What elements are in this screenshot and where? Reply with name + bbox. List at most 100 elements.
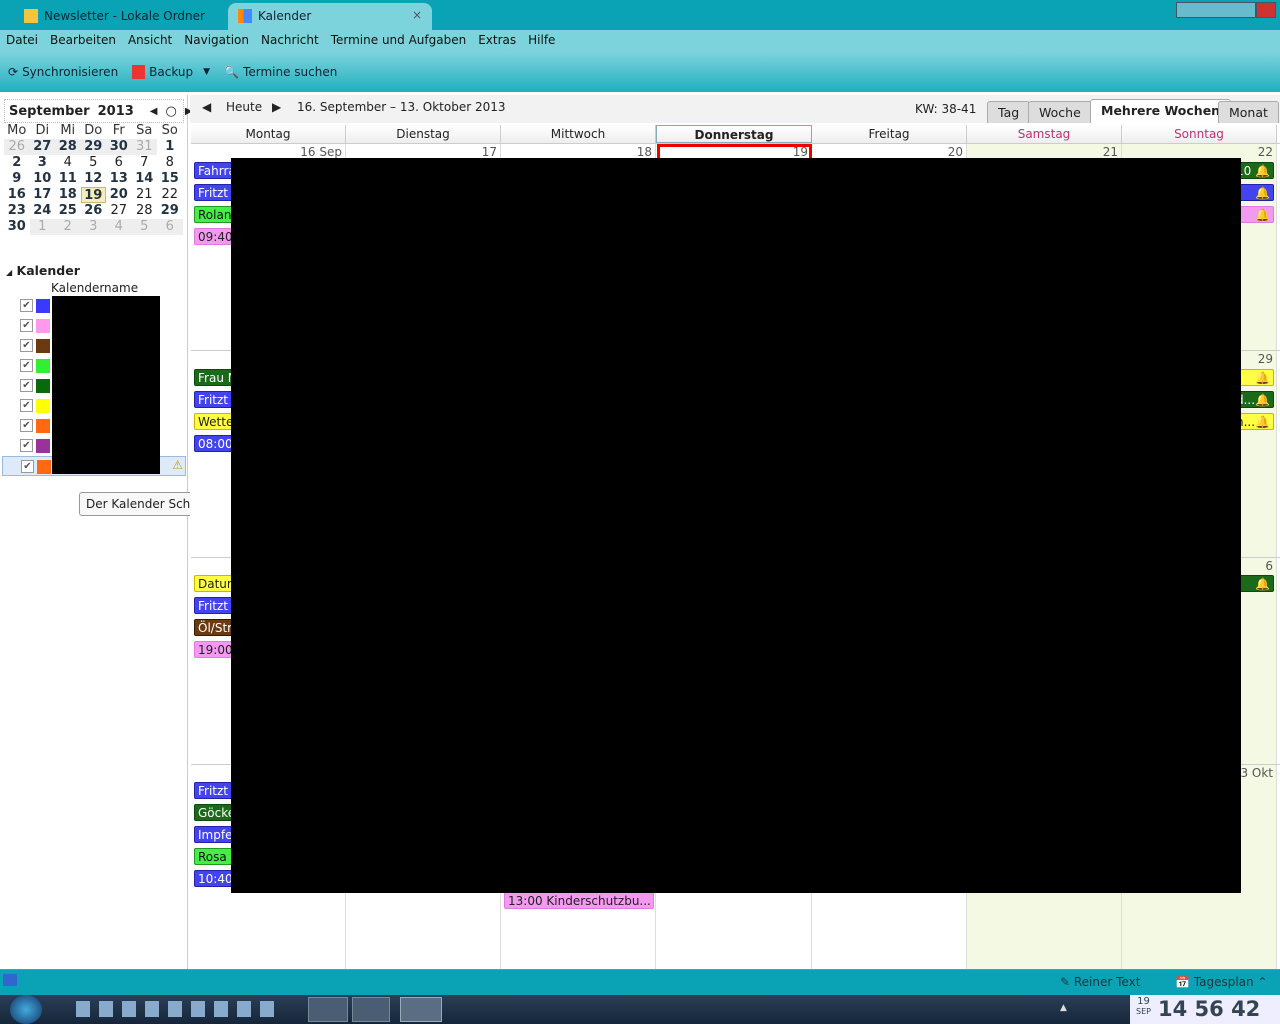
mini-day[interactable]: 30 — [106, 139, 132, 155]
calendar-checkbox[interactable]: ✔ — [21, 460, 34, 473]
mini-day[interactable]: 10 — [30, 171, 56, 187]
menu-datei[interactable]: Datei — [0, 30, 44, 52]
mini-day[interactable]: 22 — [157, 187, 183, 203]
tab-label: Newsletter - Lokale Ordner — [44, 9, 205, 23]
menu-bearbeiten[interactable]: Bearbeiten — [44, 30, 122, 52]
day-number: 22 — [1257, 145, 1273, 159]
menu-navigation[interactable]: Navigation — [178, 30, 255, 52]
calendar-icon — [238, 9, 252, 23]
start-button[interactable] — [10, 995, 42, 1024]
calendar-checkbox[interactable]: ✔ — [20, 439, 33, 452]
menu-nachricht[interactable]: Nachricht — [255, 30, 325, 52]
calendar-event[interactable]: 13:00 Kinderschutzbu... — [504, 892, 654, 909]
mini-day[interactable]: 29 — [80, 139, 106, 155]
mini-day[interactable]: 4 — [106, 219, 132, 235]
mini-day[interactable]: 1 — [157, 139, 183, 155]
mini-day[interactable]: 20 — [106, 187, 132, 203]
prev-icon[interactable]: ◀ — [202, 100, 211, 114]
sidebar: September 2013 ◀ ○ ▶ Mo Di Mi Do Fr Sa So 26 27 28 29… — [0, 95, 193, 969]
mini-day[interactable]: 27 — [106, 203, 132, 219]
mini-day[interactable]: 28 — [132, 203, 158, 219]
mini-day[interactable]: 12 — [81, 171, 107, 187]
mini-day[interactable]: 19 — [80, 187, 106, 203]
quicklaunch-icons[interactable] — [76, 1001, 276, 1017]
today-circle-icon[interactable]: ○ — [166, 104, 177, 119]
toolbar: ⟳ Synchronisieren Backup ▼ 🔍 Termine suchen — [0, 52, 1280, 92]
mini-day[interactable]: 30 — [4, 219, 30, 235]
mini-day[interactable]: 8 — [157, 155, 183, 171]
mini-day[interactable]: 15 — [157, 171, 183, 187]
view-tab-week[interactable]: Woche — [1028, 101, 1092, 123]
today-pane-toggle[interactable]: 📅 Tagesplan ⌃ — [1175, 975, 1268, 989]
mini-day[interactable]: 3 — [30, 155, 56, 171]
next-icon[interactable]: ▶ — [272, 100, 281, 114]
search-icon: 🔍 — [224, 65, 240, 79]
mini-day[interactable]: 3 — [80, 219, 106, 235]
mini-day[interactable]: 18 — [55, 187, 81, 203]
mini-day[interactable]: 13 — [106, 171, 132, 187]
calendar-list-heading[interactable]: ◢ Kalender — [6, 263, 80, 278]
mini-day[interactable]: 16 — [4, 187, 30, 203]
calendar-checkbox[interactable]: ✔ — [20, 299, 33, 312]
mini-day[interactable]: 5 — [81, 155, 107, 171]
taskbar-firefox[interactable] — [352, 997, 390, 1022]
mini-day[interactable]: 2 — [55, 219, 81, 235]
mini-day[interactable]: 14 — [132, 171, 158, 187]
mini-day[interactable]: 23 — [4, 203, 30, 219]
close-window-button[interactable] — [1256, 2, 1276, 18]
taskbar-thunderbird[interactable] — [400, 997, 442, 1022]
mini-day[interactable]: 26 — [4, 139, 30, 155]
mini-day[interactable]: 2 — [4, 155, 30, 171]
collapse-icon[interactable]: ◢ — [6, 268, 12, 277]
chevron-down-icon[interactable]: ▼ — [203, 67, 210, 77]
menu-termine[interactable]: Termine und Aufgaben — [325, 30, 472, 52]
plain-text-toggle[interactable]: ✎ Reiner Text — [1060, 975, 1140, 989]
calendar-checkbox[interactable]: ✔ — [20, 339, 33, 352]
mini-day[interactable]: 17 — [30, 187, 56, 203]
menu-extras[interactable]: Extras — [472, 30, 522, 52]
mini-day[interactable]: 26 — [81, 203, 107, 219]
mini-day[interactable]: 6 — [106, 155, 132, 171]
sync-button[interactable]: ⟳ Synchronisieren — [8, 65, 118, 79]
column-header-6: Sonntag — [1122, 125, 1277, 143]
mini-day[interactable]: 28 — [55, 139, 81, 155]
view-tab-month[interactable]: Monat — [1218, 101, 1279, 123]
search-events-button[interactable]: 🔍 Termine suchen — [224, 65, 337, 79]
view-tab-day[interactable]: Tag — [987, 101, 1031, 123]
calendar-checkbox[interactable]: ✔ — [20, 359, 33, 372]
menu-ansicht[interactable]: Ansicht — [122, 30, 178, 52]
mini-day[interactable]: 31 — [131, 139, 157, 155]
mini-day[interactable]: 9 — [4, 171, 30, 187]
calendar-checkbox[interactable]: ✔ — [20, 319, 33, 332]
calendar-color-swatch — [36, 419, 50, 433]
tab-kalender[interactable]: Kalender × — [228, 3, 432, 30]
mini-day[interactable]: 11 — [55, 171, 81, 187]
clock[interactable]: 19 SEP 14 56 42 — [1130, 995, 1280, 1024]
mini-day[interactable]: 4 — [55, 155, 81, 171]
mini-day[interactable]: 6 — [157, 219, 183, 235]
mini-day[interactable]: 25 — [55, 203, 81, 219]
menu-hilfe[interactable]: Hilfe — [522, 30, 561, 52]
mini-day[interactable]: 29 — [157, 203, 183, 219]
tab-newsletter[interactable]: Newsletter - Lokale Ordner — [14, 3, 224, 30]
prev-month-icon[interactable]: ◀ — [150, 106, 158, 117]
mini-day[interactable]: 5 — [131, 219, 157, 235]
column-header-5: Samstag — [967, 125, 1122, 143]
view-tab-multiweek[interactable]: Mehrere Wochen — [1090, 99, 1232, 123]
mini-day[interactable]: 1 — [29, 219, 55, 235]
window-controls[interactable] — [1176, 2, 1256, 18]
close-tab-icon[interactable]: × — [412, 8, 422, 22]
mini-day[interactable]: 21 — [132, 187, 158, 203]
calendar-checkbox[interactable]: ✔ — [20, 379, 33, 392]
taskbar-app-1[interactable] — [308, 997, 348, 1022]
calendar-checkbox[interactable]: ✔ — [20, 419, 33, 432]
mini-day[interactable]: 7 — [132, 155, 158, 171]
clock-day: 19 — [1137, 996, 1150, 1007]
mini-day[interactable]: 27 — [29, 139, 55, 155]
calendar-color-swatch — [36, 439, 50, 453]
mini-day[interactable]: 24 — [30, 203, 56, 219]
tray-expand-icon[interactable]: ▲ — [1060, 1003, 1067, 1013]
backup-button[interactable]: Backup ▼ — [132, 65, 210, 79]
today-button[interactable]: Heute — [226, 100, 262, 114]
calendar-checkbox[interactable]: ✔ — [20, 399, 33, 412]
